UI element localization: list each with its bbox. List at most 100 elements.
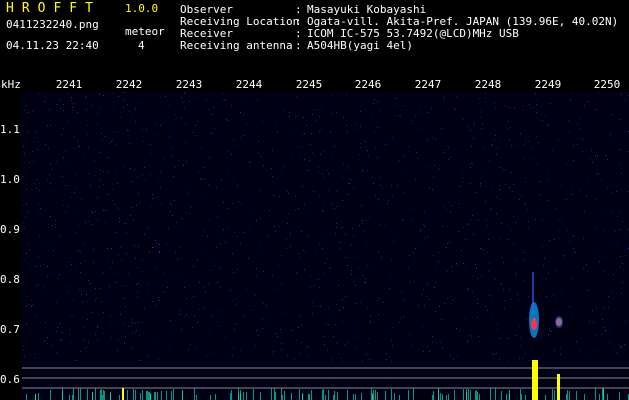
noise-dot <box>470 167 471 168</box>
noise-dot <box>549 268 550 269</box>
noise-dot <box>272 275 273 276</box>
noise-dot <box>136 205 137 206</box>
noise-dot <box>307 346 308 347</box>
noise-dot <box>359 225 360 226</box>
noise-dot <box>228 228 229 229</box>
noise-dot <box>352 228 353 229</box>
noise-dot <box>237 269 238 270</box>
noise-spike <box>103 390 104 400</box>
noise-spike <box>166 391 167 400</box>
noise-dot <box>90 283 91 284</box>
noise-dot <box>138 322 139 323</box>
filename-label: 0411232240.png <box>6 18 99 31</box>
noise-dot <box>118 208 119 209</box>
noise-dot <box>105 210 106 211</box>
noise-dot <box>203 167 204 168</box>
noise-dot <box>255 345 256 346</box>
noise-dot <box>74 148 75 149</box>
noise-dot <box>157 197 158 198</box>
noise-dot <box>595 228 596 229</box>
noise-dot <box>613 274 614 275</box>
noise-dot <box>369 217 370 218</box>
noise-dot <box>143 141 144 142</box>
noise-dot <box>45 97 46 98</box>
noise-dot <box>365 220 366 221</box>
noise-dot <box>609 342 610 343</box>
noise-dot <box>81 289 82 290</box>
noise-dot <box>416 152 417 153</box>
noise-dot <box>548 334 549 335</box>
noise-dot <box>148 290 149 291</box>
noise-dot <box>459 203 460 204</box>
noise-dot <box>38 284 39 285</box>
noise-dot <box>410 282 411 283</box>
noise-dot <box>290 234 291 235</box>
noise-dot <box>388 200 389 201</box>
noise-dot <box>202 198 203 199</box>
noise-dot <box>519 199 520 200</box>
noise-dot <box>593 322 594 323</box>
noise-dot <box>220 243 221 244</box>
noise-dot <box>504 105 505 106</box>
noise-dot <box>338 171 339 172</box>
noise-dot <box>315 109 316 110</box>
noise-dot <box>499 141 500 142</box>
noise-dot <box>113 106 114 107</box>
noise-dot <box>595 199 596 200</box>
noise-dot <box>22 223 23 224</box>
freq-tick: 0.9 <box>0 223 20 236</box>
echo-core <box>531 318 537 330</box>
noise-dot <box>159 300 160 301</box>
noise-dot <box>178 160 179 161</box>
noise-dot <box>165 181 166 182</box>
noise-dot <box>160 97 161 98</box>
noise-dot <box>310 276 311 277</box>
noise-dot <box>68 206 69 207</box>
noise-dot <box>132 348 133 349</box>
noise-dot <box>184 316 185 317</box>
noise-spike <box>495 388 496 400</box>
noise-dot <box>530 259 531 260</box>
time-axis: kHz 2241 2242 2243 2244 2245 2246 2247 2… <box>0 78 629 92</box>
noise-dot <box>323 211 324 212</box>
noise-spike <box>509 390 510 400</box>
noise-dot <box>307 170 308 171</box>
noise-dot <box>339 242 340 243</box>
noise-dot <box>233 139 234 140</box>
noise-dot <box>148 227 149 228</box>
noise-dot <box>570 100 571 101</box>
noise-dot <box>181 258 182 259</box>
noise-dot <box>65 151 66 152</box>
noise-dot <box>355 347 356 348</box>
noise-dot <box>601 334 602 335</box>
noise-dot <box>442 348 443 349</box>
noise-dot <box>357 256 358 257</box>
noise-dot <box>579 118 580 119</box>
noise-dot <box>413 208 414 209</box>
noise-dot <box>59 274 60 275</box>
noise-dot <box>104 136 105 137</box>
noise-dot <box>24 153 25 154</box>
noise-dot <box>354 332 355 333</box>
noise-dot <box>499 359 500 360</box>
noise-dot <box>32 304 33 305</box>
noise-spike <box>525 395 526 400</box>
noise-dot <box>249 229 250 230</box>
noise-dot <box>188 349 189 350</box>
noise-dot <box>397 104 398 105</box>
noise-dot <box>524 252 525 253</box>
noise-dot <box>415 248 416 249</box>
noise-dot <box>74 137 75 138</box>
noise-dot <box>79 251 80 252</box>
noise-dot <box>84 340 85 341</box>
noise-dot <box>145 180 146 181</box>
info-sep: : <box>295 39 302 52</box>
noise-dot <box>472 215 473 216</box>
noise-dot <box>35 353 36 354</box>
noise-dot <box>362 169 363 170</box>
noise-dot <box>378 206 379 207</box>
noise-dot <box>274 226 275 227</box>
noise-dot <box>142 129 143 130</box>
noise-dot <box>321 106 322 107</box>
noise-dot <box>36 188 37 189</box>
